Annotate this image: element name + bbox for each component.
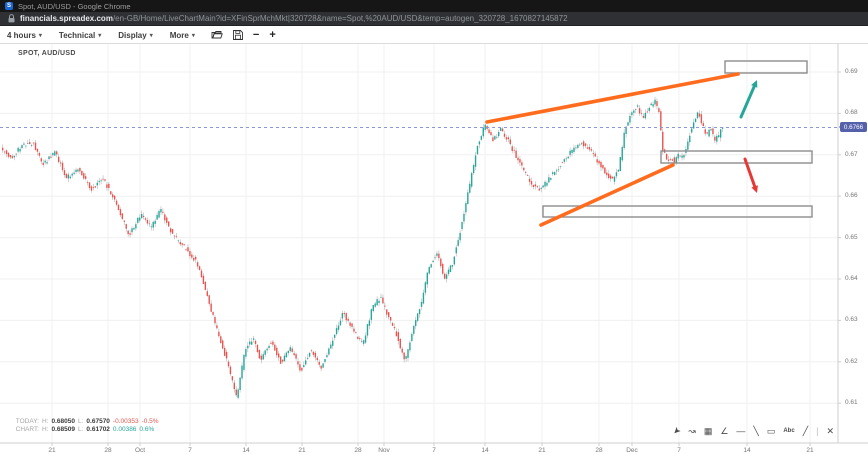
stats-label: TODAY: — [13, 418, 39, 426]
price-tick-label: 0.69 — [845, 68, 858, 75]
open-folder-icon[interactable] — [211, 30, 223, 40]
price-tick-label: 0.62 — [845, 358, 858, 365]
chevron-down-icon: ▾ — [98, 32, 101, 39]
menu-label: Technical — [59, 31, 95, 40]
address-bar[interactable]: financials.spreadex.com/en-GB/Home/LiveC… — [0, 12, 868, 26]
horizontal-line-tool-icon[interactable]: — — [736, 426, 745, 436]
menu-technical[interactable]: Technical▾ — [59, 31, 101, 40]
price-stats: TODAY:H:0.68050L:0.67570-0.00353-0.5%CHA… — [13, 418, 162, 434]
stats-row-chart-: CHART:H:0.68509L:0.617020.003860.6% — [13, 426, 162, 434]
change-value: 0.00386 — [113, 426, 137, 433]
menu-label: Display — [118, 31, 146, 40]
price-tick-label: 0.64 — [845, 275, 858, 282]
url-path: /en-GB/Home/LiveChartMain?id=XFinSprMchM… — [113, 14, 568, 23]
trendline-tool-icon[interactable]: ╲ — [753, 426, 758, 436]
low-key: L: — [78, 426, 83, 433]
price-tick-label: 0.63 — [845, 316, 858, 323]
site-favicon-icon: S — [5, 2, 13, 10]
chevron-down-icon: ▾ — [192, 32, 195, 39]
toolbar-menus: 4 hours▾Technical▾Display▾More▾ — [7, 31, 195, 40]
high-key: H: — [42, 426, 49, 433]
price-tick-label: 0.65 — [845, 234, 858, 241]
low-value: 0.61702 — [86, 426, 110, 433]
angle-measure-tool-icon[interactable]: ∠ — [720, 426, 728, 436]
menu-display[interactable]: Display ▾ — [118, 31, 152, 40]
toolbar-separator: | — [816, 426, 818, 436]
symbol-label: SPOT, AUD/USD — [18, 50, 76, 57]
price-tick-label: 0.67 — [845, 151, 858, 158]
ray-tool-icon[interactable]: ╱ — [803, 426, 808, 436]
price-tick-label: 0.68 — [845, 109, 858, 116]
grid-layer — [0, 44, 868, 446]
lock-icon — [8, 14, 15, 23]
url-domain: financials.spreadex.com — [20, 14, 113, 23]
price-chart[interactable] — [0, 44, 868, 453]
low-key: L: — [78, 418, 83, 425]
stats-row-today-: TODAY:H:0.68050L:0.67570-0.00353-0.5% — [13, 418, 162, 426]
candlestick-series — [2, 97, 723, 400]
menu-more[interactable]: More▾ — [170, 31, 195, 40]
drawing-toolbar: ➤ ↝ ▦ ∠ — ╲ ▭ Abc ╱ | ✕ — [673, 426, 834, 436]
text-tool-icon[interactable]: Abc — [783, 426, 794, 436]
price-tick-label: 0.61 — [845, 399, 858, 406]
stats-label: CHART: — [13, 426, 39, 434]
direction-arrows — [741, 80, 758, 193]
current-price-badge: 0.6766 — [840, 122, 867, 132]
high-value: 0.68509 — [52, 426, 76, 433]
menu-4-hours[interactable]: 4 hours▾ — [7, 31, 42, 40]
chevron-down-icon: ▾ — [39, 32, 42, 39]
price-tick-label: 0.66 — [845, 192, 858, 199]
high-value: 0.68050 — [52, 418, 76, 425]
change-percent: 0.6% — [139, 426, 154, 433]
high-key: H: — [42, 418, 49, 425]
freehand-tool-icon[interactable]: ↝ — [688, 426, 696, 436]
menu-label: More — [170, 31, 189, 40]
cursor-tool-icon[interactable]: ➤ — [670, 425, 682, 437]
trendlines — [487, 74, 738, 225]
rectangle-tool-icon[interactable]: ▭ — [767, 426, 776, 436]
delete-tool-icon[interactable]: ✕ — [826, 426, 834, 436]
chart-toolbar: 4 hours▾Technical▾Display▾More▾ − + — [0, 27, 868, 44]
menu-label: 4 hours — [7, 31, 36, 40]
change-percent: -0.5% — [142, 418, 159, 425]
low-value: 0.67570 — [86, 418, 110, 425]
chart-region: SPOT, AUD/USD 0.69 0.68 0.67 0.66 0.65 0.64 0.… — [0, 44, 868, 453]
chevron-down-icon: ▾ — [150, 32, 153, 39]
zoom-in-button[interactable]: + — [269, 30, 275, 40]
tab-title: Spot, AUD/USD - Google Chrome — [18, 2, 131, 11]
zoom-out-button[interactable]: − — [253, 30, 259, 40]
save-icon[interactable] — [233, 30, 243, 40]
grid-tool-icon[interactable]: ▦ — [704, 426, 713, 436]
change-value: -0.00353 — [113, 418, 139, 425]
browser-titlebar: S Spot, AUD/USD - Google Chrome — [0, 0, 868, 12]
